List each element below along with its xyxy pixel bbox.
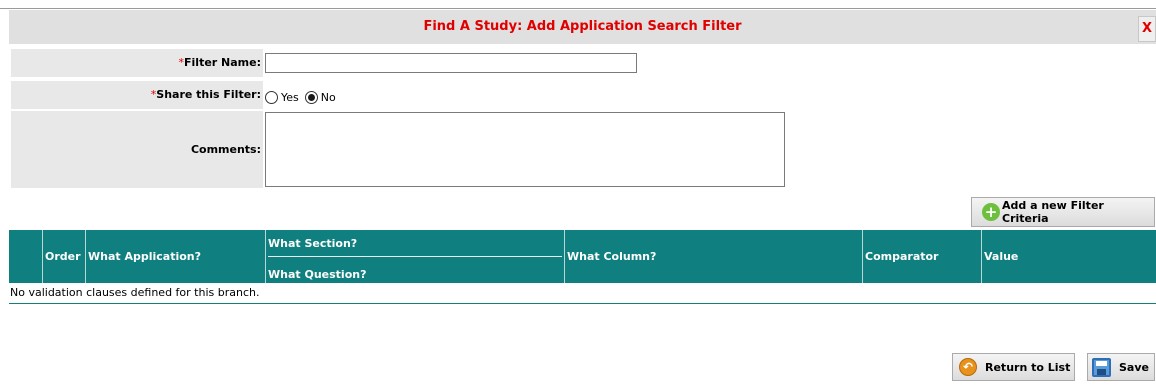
filter-name-label-text: Filter Name:: [184, 56, 261, 69]
share-no-label: No: [320, 90, 336, 104]
dialog-title: Find A Study: Add Application Search Fil…: [423, 19, 742, 34]
criteria-grid-header: Order What Application? What Section? Wh…: [9, 230, 1156, 283]
share-no-radio[interactable]: [304, 90, 318, 104]
add-plus-icon: +: [982, 203, 1000, 221]
comments-textarea[interactable]: [265, 112, 785, 187]
share-filter-label-text: Share this Filter:: [156, 88, 261, 101]
col-application: What Application?: [85, 230, 266, 283]
return-to-list-button[interactable]: ↶ Return to List: [952, 353, 1075, 381]
col-order: Order: [42, 230, 85, 283]
col-section: What Section?: [268, 236, 358, 250]
comments-label: Comments:: [11, 111, 263, 188]
grid-empty-message: No validation clauses defined for this b…: [9, 283, 1156, 304]
save-button[interactable]: Save: [1087, 353, 1155, 381]
col-comparator: Comparator: [862, 230, 981, 283]
save-label: Save: [1119, 360, 1149, 374]
col-question: What Question?: [268, 268, 367, 281]
top-border: [0, 8, 1156, 9]
dialog-titlebar: Find A Study: Add Application Search Fil…: [9, 10, 1156, 44]
filter-name-label: *Filter Name:: [11, 49, 263, 77]
share-yes-radio[interactable]: [265, 90, 278, 104]
grid-select-column: [9, 230, 42, 283]
add-filter-criteria-label: Add a new Filter Criteria: [1002, 199, 1104, 225]
col-column: What Column?: [564, 230, 862, 283]
share-yes-label: Yes: [281, 90, 299, 104]
share-filter-label: *Share this Filter:: [11, 81, 263, 109]
return-to-list-label: Return to List: [985, 360, 1071, 374]
share-filter-radio-group: Yes No: [265, 88, 342, 106]
filter-name-input[interactable]: [265, 53, 637, 73]
floppy-disk-icon: [1092, 357, 1111, 377]
return-arrow-icon: ↶: [959, 358, 977, 376]
add-filter-criteria-button[interactable]: + Add a new Filter Criteria: [971, 197, 1155, 227]
close-button[interactable]: X: [1138, 16, 1156, 42]
col-value: Value: [981, 230, 1156, 283]
